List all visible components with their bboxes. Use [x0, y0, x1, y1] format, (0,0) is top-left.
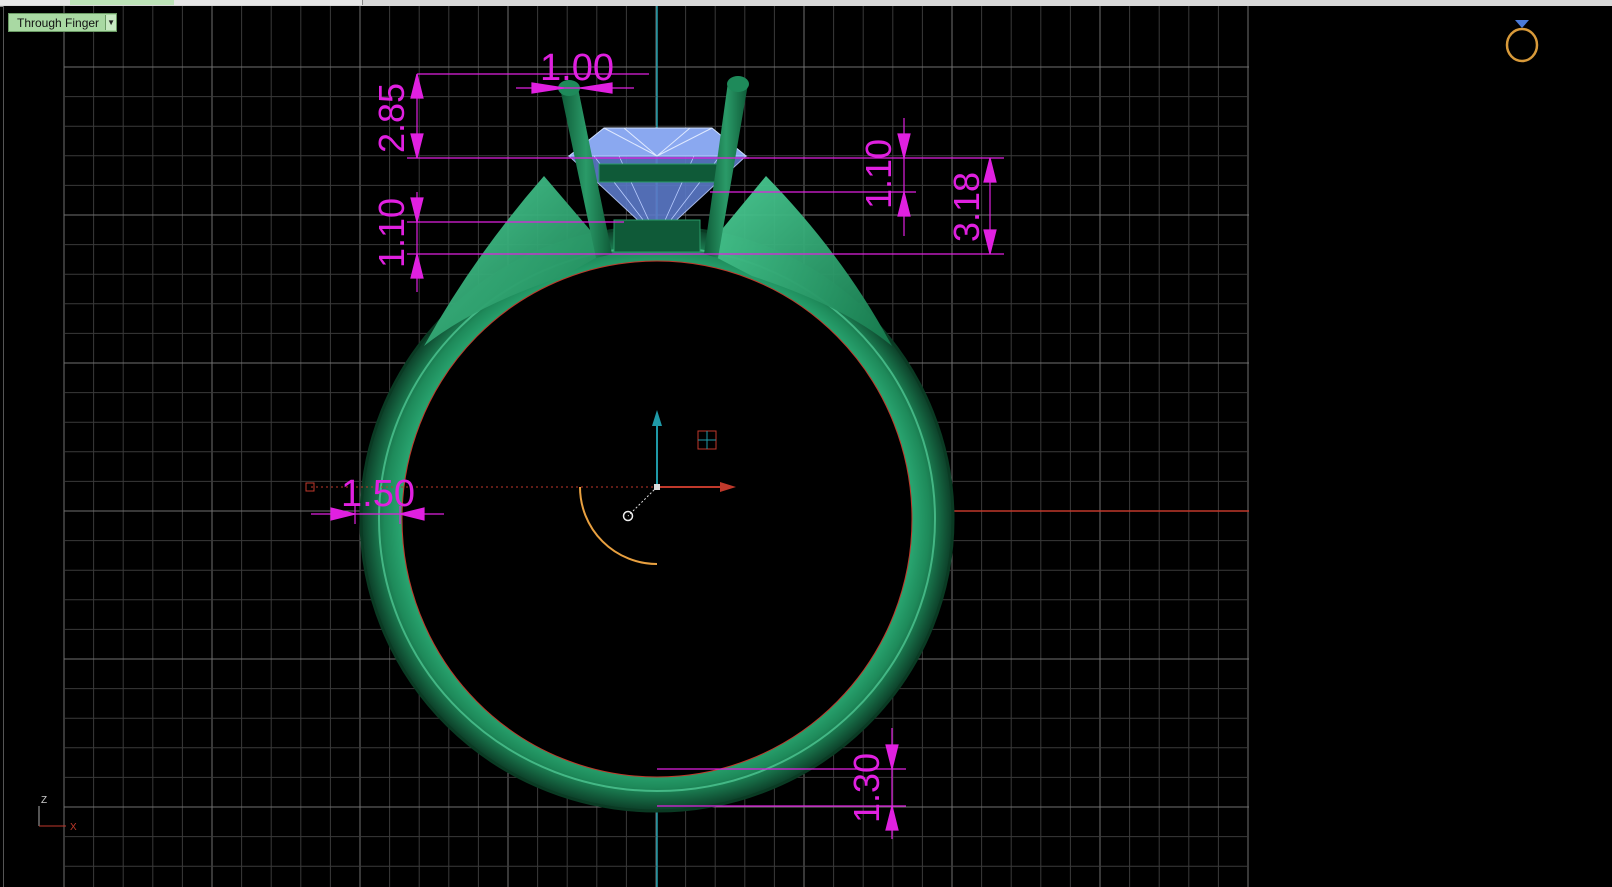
dim-bottom-thickness: 1.30: [846, 753, 887, 823]
toolbar-tab[interactable]: [332, 0, 363, 5]
dim-prong-height: 2.85: [371, 83, 412, 153]
dim-left-mid: 1.10: [371, 198, 412, 268]
ring-shank: [359, 176, 955, 813]
bezel-collar: [613, 219, 701, 253]
chevron-down-icon[interactable]: ▼: [105, 15, 117, 30]
view-label-text: Through Finger: [17, 15, 100, 30]
viewport-canvas[interactable]: 1.00 2.85 1.10 1.10 3.18 1.50 1.30 Z X: [4, 6, 1612, 887]
3d-viewport[interactable]: 1.00 2.85 1.10 1.10 3.18 1.50 1.30 Z X T…: [3, 6, 1612, 887]
dim-right-total: 3.18: [946, 172, 987, 242]
dim-shank-width: 1.50: [341, 473, 415, 515]
toolbar-tab-active[interactable]: [70, 0, 175, 5]
dim-prong-width: 1.00: [540, 47, 614, 89]
ring-icon[interactable]: [1505, 20, 1539, 63]
dim-right-small: 1.10: [858, 139, 899, 209]
toolbar-tab[interactable]: [0, 0, 71, 5]
gallery-rail: [598, 163, 718, 183]
toolbar-tab[interactable]: [240, 0, 333, 5]
axis-gizmo-icon: Z X: [38, 795, 77, 833]
axis-x-label: X: [70, 822, 77, 833]
toolbar-tab[interactable]: [174, 0, 241, 5]
axis-z-label: Z: [41, 795, 47, 806]
view-selector[interactable]: Through Finger ▼: [8, 13, 118, 32]
